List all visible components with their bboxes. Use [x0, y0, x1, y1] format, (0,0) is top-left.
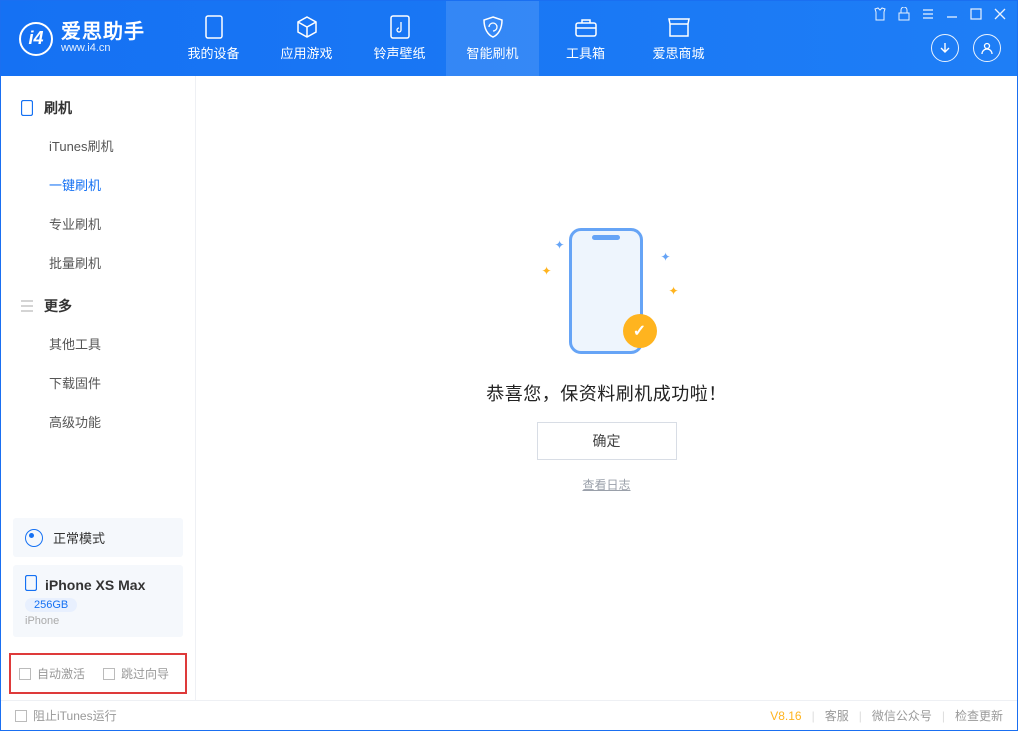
nav: 我的设备 应用游戏 铃声壁纸 智能刷机 工具箱 爱思商城	[167, 1, 725, 76]
brand-name: 爱思助手	[61, 22, 145, 43]
version-label: V8.16	[770, 709, 801, 723]
sidebar-item-pro-flash[interactable]: 专业刷机	[1, 204, 195, 243]
success-result: ✦ ✦ ✦ ✦ ✓ 恭喜您，保资料刷机成功啦！ 确定 查看日志	[486, 224, 727, 493]
minimize-icon[interactable]	[945, 7, 959, 21]
nav-my-device[interactable]: 我的设备	[167, 1, 260, 76]
mode-label: 正常模式	[53, 528, 105, 547]
sidebar: 刷机 iTunes刷机 一键刷机 专业刷机 批量刷机 更多 其他工具 下载固件 …	[1, 76, 196, 700]
sidebar-item-download-firmware[interactable]: 下载固件	[1, 363, 195, 402]
logo-icon: i4	[19, 22, 53, 56]
header-actions	[931, 34, 1007, 62]
nav-label: 我的设备	[187, 43, 239, 62]
flash-options-highlighted: 自动激活 跳过向导	[9, 653, 187, 694]
nav-label: 铃声壁纸	[373, 43, 425, 62]
sidebar-item-other-tools[interactable]: 其他工具	[1, 324, 195, 363]
sidebar-item-batch-flash[interactable]: 批量刷机	[1, 243, 195, 282]
device-storage: 256GB	[25, 598, 77, 612]
status-link-wechat[interactable]: 微信公众号	[872, 707, 932, 724]
check-badge-icon: ✓	[623, 314, 657, 348]
list-icon	[19, 299, 34, 314]
device-icon	[202, 15, 226, 39]
sidebar-item-oneclick-flash[interactable]: 一键刷机	[1, 165, 195, 204]
sidebar-group-flash: 刷机	[1, 90, 195, 126]
shop-icon	[667, 15, 691, 39]
window-controls	[873, 7, 1007, 21]
shirt-icon[interactable]	[873, 7, 887, 21]
nav-flash[interactable]: 智能刷机	[446, 1, 539, 76]
brand-url: www.i4.cn	[61, 43, 145, 55]
nav-apps[interactable]: 应用游戏	[260, 1, 353, 76]
auto-activate-checkbox[interactable]: 自动激活	[19, 665, 85, 682]
phone-icon	[25, 575, 37, 594]
maximize-icon[interactable]	[969, 7, 983, 21]
nav-ringtones[interactable]: 铃声壁纸	[353, 1, 446, 76]
success-message: 恭喜您，保资料刷机成功啦！	[486, 380, 727, 406]
nav-store[interactable]: 爱思商城	[632, 1, 725, 76]
block-itunes-checkbox[interactable]: 阻止iTunes运行	[15, 707, 117, 724]
sidebar-group-more: 更多	[1, 288, 195, 324]
main-area: ✦ ✦ ✦ ✦ ✓ 恭喜您，保资料刷机成功啦！ 确定 查看日志	[196, 76, 1017, 700]
nav-label: 智能刷机	[466, 43, 518, 62]
cube-icon	[295, 15, 319, 39]
mode-box[interactable]: 正常模式	[13, 518, 183, 557]
success-illustration: ✦ ✦ ✦ ✦ ✓	[537, 224, 677, 364]
nav-label: 应用游戏	[280, 43, 332, 62]
mode-icon	[25, 529, 43, 547]
status-bar: 阻止iTunes运行 V8.16 | 客服 | 微信公众号 | 检查更新	[1, 700, 1017, 730]
refresh-shield-icon	[481, 15, 505, 39]
sidebar-group-title: 更多	[44, 296, 72, 316]
nav-toolbox[interactable]: 工具箱	[539, 1, 632, 76]
sidebar-group-title: 刷机	[44, 98, 72, 118]
ok-button[interactable]: 确定	[537, 422, 677, 460]
download-icon[interactable]	[931, 34, 959, 62]
menu-icon[interactable]	[921, 7, 935, 21]
lock-icon[interactable]	[897, 7, 911, 21]
sidebar-item-advanced[interactable]: 高级功能	[1, 402, 195, 441]
device-box[interactable]: iPhone XS Max 256GB iPhone	[13, 565, 183, 637]
nav-label: 爱思商城	[652, 43, 704, 62]
user-icon[interactable]	[973, 34, 1001, 62]
status-link-support[interactable]: 客服	[825, 707, 849, 724]
close-icon[interactable]	[993, 7, 1007, 21]
view-log-link[interactable]: 查看日志	[582, 476, 630, 493]
toolbox-icon	[574, 15, 598, 39]
skip-guide-checkbox[interactable]: 跳过向导	[103, 665, 169, 682]
status-link-update[interactable]: 检查更新	[955, 707, 1003, 724]
phone-icon	[19, 101, 34, 116]
nav-label: 工具箱	[566, 43, 605, 62]
sidebar-item-itunes-flash[interactable]: iTunes刷机	[1, 126, 195, 165]
logo-area[interactable]: i4 爱思助手 www.i4.cn	[1, 1, 167, 76]
body: 刷机 iTunes刷机 一键刷机 专业刷机 批量刷机 更多 其他工具 下载固件 …	[1, 76, 1017, 700]
music-file-icon	[388, 15, 412, 39]
device-type: iPhone	[25, 615, 171, 627]
header: i4 爱思助手 www.i4.cn 我的设备 应用游戏 铃声壁纸 智能刷机	[1, 1, 1017, 76]
app-window: i4 爱思助手 www.i4.cn 我的设备 应用游戏 铃声壁纸 智能刷机	[0, 0, 1018, 731]
device-name: iPhone XS Max	[45, 577, 145, 593]
